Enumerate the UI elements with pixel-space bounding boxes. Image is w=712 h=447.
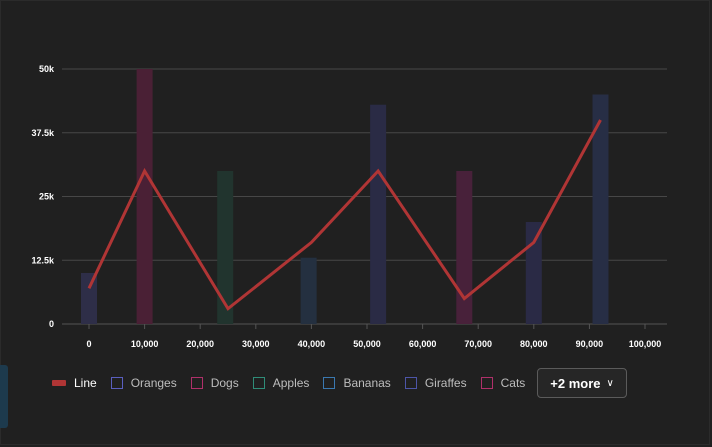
legend-label: Cats: [500, 376, 526, 390]
more-button-label: +2 more: [550, 375, 601, 391]
chart-legend: Line Oranges Dogs Apples Bananas Giraffes Cats…: [52, 368, 627, 398]
x-tick-label: 80,000: [520, 339, 548, 349]
legend-item-giraffes[interactable]: Giraffes: [404, 376, 467, 390]
x-tick-label: 20,000: [186, 339, 214, 349]
legend-item-bananas[interactable]: Bananas: [323, 376, 391, 390]
x-tick-label: 70,000: [464, 339, 492, 349]
x-tick-label: 50,000: [353, 339, 381, 349]
bar-cats[interactable]: [456, 171, 473, 324]
bar-apples[interactable]: [217, 171, 234, 324]
y-tick-label: 37.5k: [31, 128, 55, 138]
x-tick-label: 60,000: [409, 339, 437, 349]
legend-label: Oranges: [130, 376, 177, 390]
legend-swatch: [323, 377, 336, 389]
x-tick-label: 30,000: [242, 339, 270, 349]
y-tick-label: 50k: [39, 64, 55, 74]
legend-swatch: [110, 377, 123, 389]
bar-dogs[interactable]: [136, 69, 153, 324]
bar-giraffes[interactable]: [370, 104, 387, 324]
bar-series-7[interactable]: [525, 222, 542, 324]
legend-label: Giraffes: [424, 376, 467, 390]
legend-label: Bananas: [343, 376, 391, 390]
legend-swatch: [190, 377, 203, 389]
legend-swatch: [52, 380, 66, 386]
x-tick-label: 90,000: [576, 339, 604, 349]
bar-bananas[interactable]: [300, 257, 317, 324]
x-tick-label: 100,000: [629, 339, 662, 349]
side-panel-tab[interactable]: [0, 365, 8, 428]
legend-item-line[interactable]: Line: [52, 376, 97, 390]
legend-more-button[interactable]: +2 more ∨: [537, 368, 627, 398]
legend-swatch: [404, 377, 417, 389]
legend-item-dogs[interactable]: Dogs: [190, 376, 239, 390]
legend-label: Apples: [272, 376, 310, 390]
legend-label: Dogs: [210, 376, 239, 390]
bar-oranges[interactable]: [81, 273, 97, 324]
chevron-down-icon: ∨: [606, 377, 614, 389]
line-series[interactable]: [87, 119, 602, 311]
legend-item-apples[interactable]: Apples: [252, 376, 310, 390]
legend-label: Line: [74, 376, 97, 390]
chart-canvas: 0 12.5k 25k 37.5k 50k 0 10,000 20,000 30,000 40,0…: [31, 64, 667, 349]
legend-swatch: [480, 377, 493, 389]
x-tick-label: 10,000: [131, 339, 159, 349]
legend-swatch: [252, 377, 265, 389]
legend-item-oranges[interactable]: Oranges: [110, 376, 177, 390]
x-tick-label: 0: [86, 339, 91, 349]
y-tick-label: 25k: [39, 192, 55, 202]
x-tick-label: 40,000: [298, 339, 326, 349]
y-tick-label: 0: [49, 319, 54, 329]
y-tick-label: 12.5k: [31, 255, 55, 265]
legend-item-cats[interactable]: Cats: [480, 376, 526, 390]
